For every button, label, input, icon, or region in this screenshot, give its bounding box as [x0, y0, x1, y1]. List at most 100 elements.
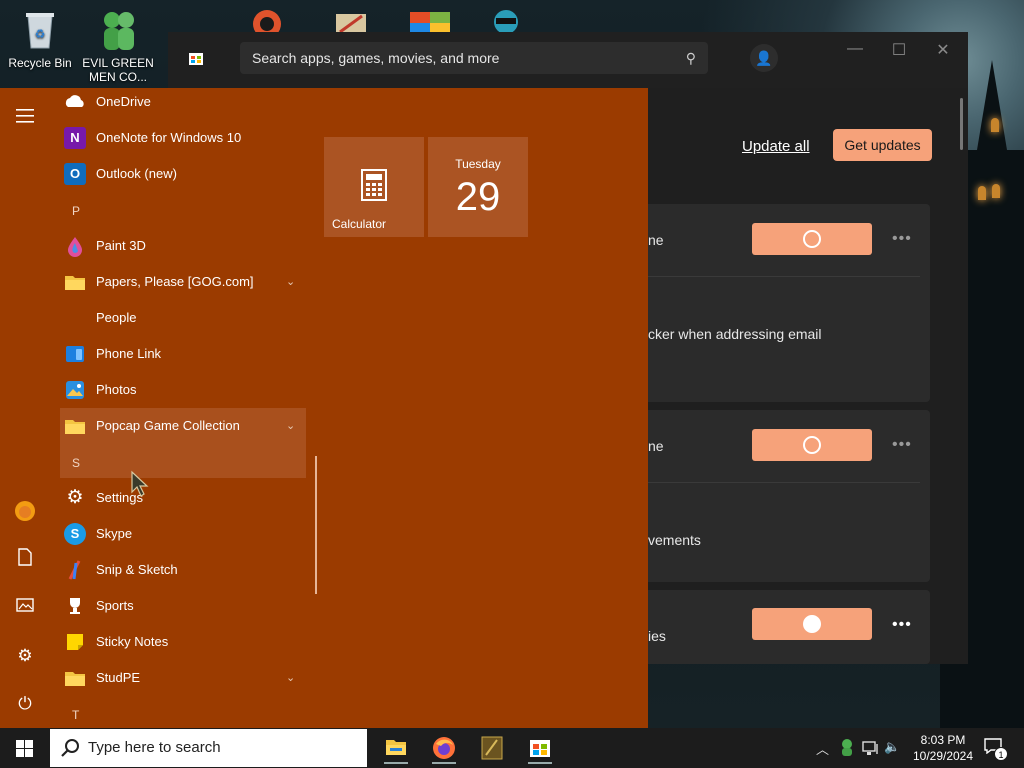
taskbar-store[interactable] [520, 732, 560, 764]
chevron-down-icon[interactable]: ⌄ [286, 408, 295, 444]
taskbar-file-explorer[interactable] [376, 732, 416, 764]
clock-date: 10/29/2024 [912, 749, 974, 763]
notification-badge: 1 [994, 747, 1008, 761]
chevron-down-icon[interactable]: ⌄ [286, 264, 295, 300]
folder-icon [65, 420, 85, 434]
svg-text:♻: ♻ [35, 27, 46, 41]
app-label: Sticky Notes [96, 634, 169, 649]
app-label: Popcap Game Collection [96, 418, 240, 433]
castle-window [991, 118, 999, 132]
account-icon[interactable]: 👤 [750, 44, 778, 72]
search-icon[interactable]: ⚲ [686, 42, 696, 74]
list-item-phone-link[interactable]: Phone Link [60, 336, 306, 372]
store-search-input[interactable]: Search apps, games, movies, and more ⚲ [240, 42, 708, 74]
update-card: ne ••• cker when addressing email [630, 204, 930, 402]
card-title: ies [648, 628, 666, 644]
list-item-skype[interactable]: S Skype [60, 516, 306, 552]
skype-icon: S [64, 523, 86, 545]
list-item-studpe[interactable]: StudPE ⌄ [60, 660, 306, 696]
card-divider [648, 276, 920, 277]
green-men-label: EVIL GREEN MEN CO... [82, 56, 154, 84]
app-label: StudPE [96, 670, 141, 685]
list-item-onenote[interactable]: N OneNote for Windows 10 [60, 120, 306, 156]
app-label: People [96, 310, 137, 325]
volume-icon[interactable]: 🔈 [884, 739, 900, 755]
people-icon [64, 307, 86, 329]
tile-calendar[interactable]: Tuesday 29 [428, 137, 528, 237]
app-list-scrollbar[interactable] [315, 456, 317, 594]
hamburger-menu-icon[interactable] [13, 104, 37, 128]
taskbar-game-app[interactable] [472, 732, 512, 764]
list-item-sports[interactable]: Sports [60, 588, 306, 624]
list-item-sticky-notes[interactable]: Sticky Notes [60, 624, 306, 660]
list-item-people[interactable]: People [60, 300, 306, 336]
card-title: ne [648, 438, 664, 454]
start-button[interactable] [0, 728, 48, 768]
chevron-down-icon[interactable]: ⌄ [286, 660, 295, 696]
get-updates-button[interactable]: Get updates [833, 129, 932, 161]
app-label: OneDrive [96, 94, 151, 109]
system-clock[interactable]: 8:03 PM 10/29/2024 [908, 732, 978, 764]
calendar-day: Tuesday [455, 157, 501, 171]
search-icon [61, 739, 79, 757]
firefox-icon [433, 737, 455, 759]
app-label: OneNote for Windows 10 [96, 130, 242, 145]
taskbar-search-input[interactable]: Type here to search [50, 729, 367, 767]
clock-time: 8:03 PM [920, 733, 966, 747]
update-progress-button[interactable] [752, 223, 872, 255]
power-icon[interactable]: ⏻ [13, 692, 37, 716]
card-detail: cker when addressing email [648, 326, 822, 342]
store-search-placeholder: Search apps, games, movies, and more [252, 50, 500, 66]
documents-icon[interactable] [13, 548, 37, 572]
network-icon[interactable] [862, 740, 880, 756]
update-card: ies ••• [630, 590, 930, 664]
app-label: Skype [96, 526, 133, 541]
app-label: Outlook (new) [96, 166, 177, 181]
list-item-settings[interactable]: ⚙ Settings [60, 480, 306, 516]
character-icon[interactable] [486, 6, 526, 34]
update-progress-button[interactable] [752, 608, 872, 640]
close-button[interactable]: ✕ [928, 40, 958, 60]
tile-calculator[interactable]: Calculator [324, 137, 424, 237]
green-men-tray-icon[interactable] [838, 738, 856, 756]
store-logo-icon [189, 53, 203, 65]
update-all-link[interactable]: Update all [742, 138, 810, 155]
more-options-icon[interactable]: ••• [892, 436, 912, 454]
list-item-papers-please[interactable]: Papers, Please [GOG.com] ⌄ [60, 264, 306, 300]
section-letter-p[interactable]: P [72, 204, 80, 218]
chevron-up-icon[interactable]: ︿ [816, 739, 829, 758]
settings-icon[interactable]: ⚙ [13, 644, 37, 668]
section-letter-t[interactable]: T [72, 708, 79, 722]
paint3d-icon [68, 237, 82, 257]
minimize-button[interactable]: — [840, 40, 870, 58]
list-item-onedrive[interactable]: OneDrive [60, 84, 306, 120]
progress-ring-icon [803, 436, 821, 454]
taskbar-firefox[interactable] [424, 732, 464, 764]
start-menu-rail: ⚙ ⏻ [0, 88, 50, 728]
pdf-app-icon[interactable] [250, 6, 284, 34]
running-indicator [432, 762, 456, 764]
notification-center-button[interactable]: 1 [984, 738, 1008, 761]
desktop-icon-recycle-bin[interactable]: ♻ Recycle Bin [2, 8, 78, 70]
maximize-button[interactable]: ☐ [884, 40, 914, 60]
section-letter-s-row[interactable]: S [60, 444, 306, 478]
pictures-icon[interactable] [13, 596, 37, 620]
app-icon[interactable] [334, 8, 368, 34]
store-scrollbar[interactable] [960, 98, 963, 150]
list-item-photos[interactable]: Photos [60, 372, 306, 408]
list-item-outlook[interactable]: O Outlook (new) [60, 156, 306, 192]
onenote-icon: N [64, 127, 86, 149]
more-options-icon[interactable]: ••• [892, 616, 912, 634]
list-item-popcap[interactable]: Popcap Game Collection ⌄ [60, 408, 306, 444]
desktop-icon-green-men[interactable]: EVIL GREEN MEN CO... [80, 8, 156, 84]
section-letter-s: S [72, 456, 81, 470]
office-icon[interactable] [410, 8, 450, 34]
recycle-bin-label: Recycle Bin [8, 56, 72, 70]
progress-ring-icon [803, 230, 821, 248]
update-progress-button[interactable] [752, 429, 872, 461]
more-options-icon[interactable]: ••• [892, 230, 912, 248]
list-item-snip-sketch[interactable]: Snip & Sketch [60, 552, 306, 588]
list-item-paint-3d[interactable]: Paint 3D [60, 228, 306, 264]
user-avatar-icon[interactable] [13, 500, 37, 524]
app-label: Phone Link [96, 346, 162, 361]
